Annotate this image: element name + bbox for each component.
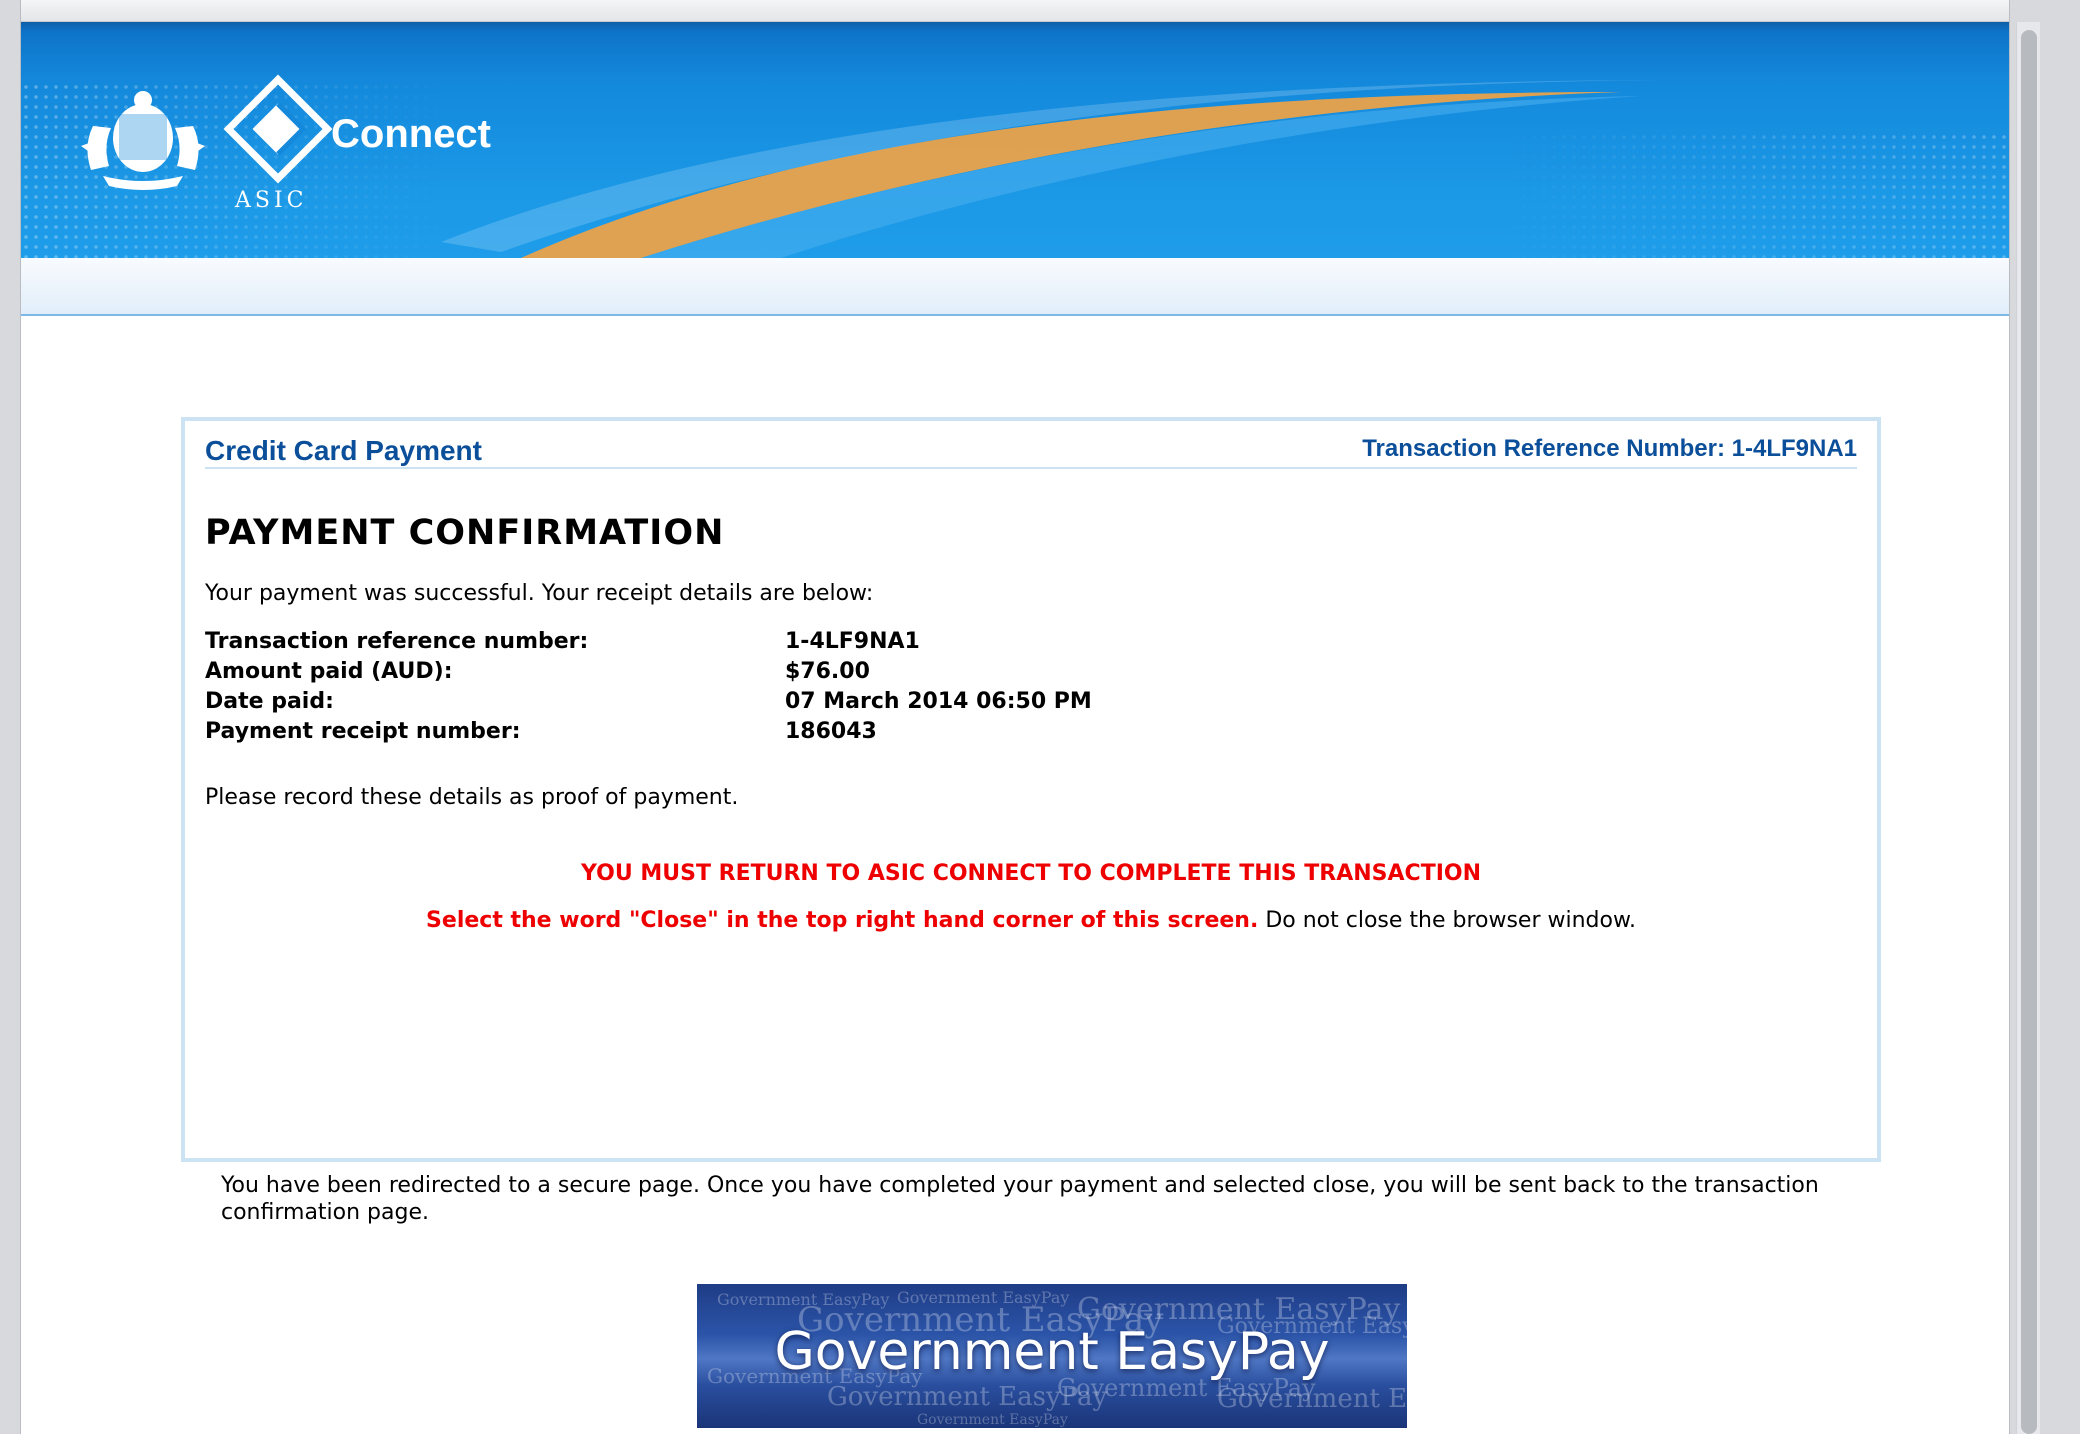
close-instruction-black: Do not close the browser window. xyxy=(1258,908,1636,933)
government-easypay-logo: Government EasyPay Government EasyPay Go… xyxy=(697,1284,1407,1428)
easypay-bg-text: Government EasyPay xyxy=(1217,1384,1407,1414)
vertical-scrollbar[interactable] xyxy=(2016,22,2040,1434)
asic-label: ASIC xyxy=(235,188,308,213)
detail-row-amount-paid: Amount paid (AUD): $76.00 xyxy=(205,659,1405,689)
page-heading: PAYMENT CONFIRMATION xyxy=(205,513,725,553)
transaction-reference-header: Transaction Reference Number: 1-4LF9NA1 xyxy=(1362,435,1857,462)
detail-value: 07 March 2014 06:50 PM xyxy=(785,689,1092,714)
payment-panel: Credit Card Payment Transaction Referenc… xyxy=(181,417,1881,1162)
redirect-message: You have been redirected to a secure pag… xyxy=(221,1173,1819,1225)
scrollbar-thumb[interactable] xyxy=(2021,30,2037,1434)
panel-title: Credit Card Payment xyxy=(205,435,482,466)
panel-header: Credit Card Payment Transaction Referenc… xyxy=(205,431,1857,469)
detail-value: $76.00 xyxy=(785,659,870,684)
detail-label: Amount paid (AUD): xyxy=(205,659,453,684)
header-subbar xyxy=(21,258,2009,316)
detail-label: Date paid: xyxy=(205,689,334,714)
header-banner: ASIC Connect xyxy=(21,22,2009,258)
easypay-title: Government EasyPay xyxy=(774,1322,1330,1382)
connect-diamond-icon xyxy=(223,74,333,184)
must-return-warning: YOU MUST RETURN TO ASIC CONNECT TO COMPL… xyxy=(580,861,1482,886)
detail-row-transaction-reference: Transaction reference number: 1-4LF9NA1 xyxy=(205,629,1405,659)
record-message: Please record these details as proof of … xyxy=(205,785,739,810)
close-instruction-red: Select the word "Close" in the top right… xyxy=(426,908,1259,933)
detail-label: Payment receipt number: xyxy=(205,719,521,744)
coat-of-arms-icon xyxy=(81,91,205,190)
browser-viewport: ASIC Connect Credit Card Payment Transac… xyxy=(0,0,2080,1434)
detail-row-receipt-number: Payment receipt number: 186043 xyxy=(205,719,1405,749)
success-message: Your payment was successful. Your receip… xyxy=(205,581,874,606)
detail-row-date-paid: Date paid: 07 March 2014 06:50 PM xyxy=(205,689,1405,719)
detail-label: Transaction reference number: xyxy=(205,629,589,654)
top-strip xyxy=(21,0,2009,22)
easypay-bg-text: Government EasyPay xyxy=(917,1412,1068,1428)
close-instruction: Select the word "Close" in the top right… xyxy=(185,908,1877,933)
asic-connect-logo: ASIC Connect xyxy=(73,66,523,226)
page: ASIC Connect Credit Card Payment Transac… xyxy=(20,0,2010,1434)
detail-value: 186043 xyxy=(785,719,877,744)
detail-value: 1-4LF9NA1 xyxy=(785,629,920,654)
connect-label: Connect xyxy=(331,112,491,156)
